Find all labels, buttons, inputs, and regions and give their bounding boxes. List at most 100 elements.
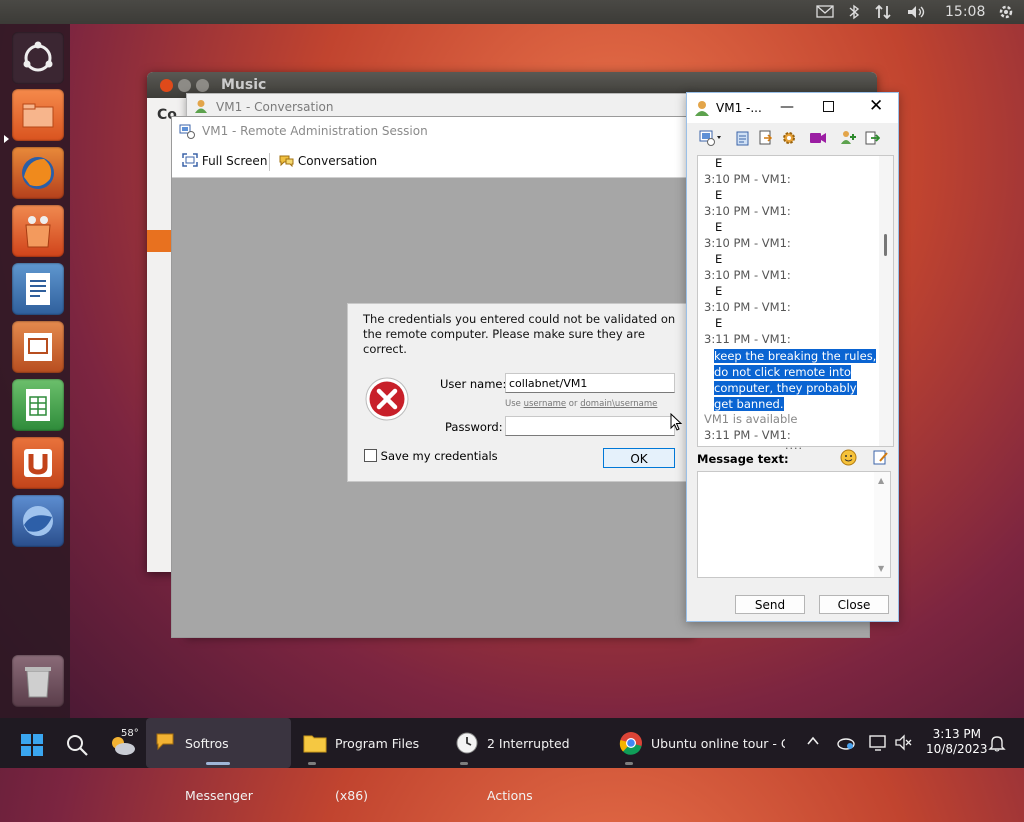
password-field[interactable] [505, 416, 675, 436]
ok-button[interactable]: OK [603, 448, 675, 468]
mute-icon[interactable] [894, 734, 914, 784]
weather-temp: 58° [121, 728, 139, 739]
user-icon [194, 99, 208, 116]
minimize-icon[interactable] [178, 79, 191, 92]
username-field[interactable]: collabnet/VM1 [505, 373, 675, 393]
message-header: 3:11 PM - VM1: [704, 332, 791, 346]
active-indicator [206, 762, 230, 765]
checkbox-icon[interactable] [364, 449, 377, 462]
music-selected-row[interactable] [147, 230, 171, 252]
firefox-icon[interactable] [12, 147, 64, 199]
calc-icon[interactable] [12, 379, 64, 431]
input-scrollbar[interactable]: ▲ ▼ [874, 472, 890, 577]
scroll-up-icon[interactable]: ▲ [878, 476, 884, 485]
send-button[interactable]: Send [735, 595, 805, 614]
software-center-icon[interactable] [12, 205, 64, 257]
running-indicator [625, 762, 633, 765]
files-icon[interactable] [12, 89, 64, 141]
taskbar-app-label: 2 Interrupted Actions [487, 736, 570, 803]
emoticon-icon[interactable] [840, 449, 857, 469]
exit-icon[interactable] [864, 130, 881, 149]
running-indicator [308, 762, 316, 765]
windows-taskbar: 58° Softros Messenger Program Files (x86… [0, 718, 1024, 803]
notification-bell-icon[interactable] [988, 734, 1006, 784]
display-icon[interactable] [868, 734, 888, 784]
clock-icon [456, 732, 478, 754]
thunderbird-icon[interactable] [12, 495, 64, 547]
splitter-grip[interactable]: .... [785, 439, 803, 452]
conversation-label: Conversation [297, 154, 378, 168]
taskbar-app-label: Ubuntu online tour - Gc [651, 736, 785, 751]
history-icon[interactable] [735, 130, 751, 149]
taskbar-app-interrupted[interactable]: 2 Interrupted Actions [450, 718, 605, 803]
message-header: 3:10 PM - VM1: [704, 204, 791, 218]
toolbar-divider [269, 153, 270, 171]
remote-admin-icon[interactable] [699, 129, 725, 150]
send-file-icon[interactable] [758, 130, 774, 149]
trash-icon[interactable] [12, 655, 64, 707]
ubuntu-one-icon[interactable] [12, 437, 64, 489]
system-time: 3:13 PM [932, 727, 981, 741]
minimize-icon[interactable]: — [780, 99, 794, 115]
search-icon[interactable] [65, 733, 89, 760]
conversation-icon [279, 155, 294, 168]
ubuntu-clock[interactable]: 15:08 [945, 4, 985, 20]
save-credentials-checkbox[interactable]: Save my credentials [364, 449, 498, 463]
close-icon[interactable] [160, 79, 173, 92]
add-contact-icon[interactable] [840, 130, 858, 149]
video-icon[interactable] [809, 131, 827, 148]
chat-window: VM1 -... — ✕ E 3:10 PM - VM1: E 3:10 PM … [686, 92, 899, 622]
chevron-up-icon[interactable] [806, 734, 820, 784]
highlighted-message[interactable]: keep the breaking the rules, do not clic… [714, 348, 877, 412]
mail-icon[interactable] [816, 4, 834, 22]
credentials-dialog: The credentials you entered could not be… [347, 303, 689, 482]
onedrive-icon[interactable] [836, 734, 856, 784]
message-history[interactable]: E 3:10 PM - VM1: E 3:10 PM - VM1: E 3:10… [697, 155, 894, 447]
scrollbar-thumb[interactable] [884, 234, 887, 256]
taskbar-app-softros[interactable]: Softros Messenger [146, 718, 291, 803]
format-text-icon[interactable] [872, 449, 889, 469]
mouse-cursor-icon [670, 412, 684, 436]
message-input[interactable]: ▲ ▼ [697, 471, 891, 578]
scroll-down-icon[interactable]: ▼ [878, 564, 884, 573]
taskbar-app-chrome[interactable]: Ubuntu online tour - Gc [615, 718, 785, 768]
password-label: Password: [445, 420, 503, 434]
close-button[interactable]: Close [819, 595, 889, 614]
hint-username-link[interactable]: username [524, 399, 567, 409]
system-date: 10/8/2023 [926, 742, 988, 756]
username-label: User name: [440, 377, 507, 391]
bluetooth-icon[interactable] [848, 4, 860, 24]
message-header: 3:10 PM - VM1: [704, 300, 791, 314]
writer-icon[interactable] [12, 263, 64, 315]
credentials-message: The credentials you entered could not be… [363, 312, 676, 356]
maximize-icon[interactable] [823, 101, 834, 112]
fullscreen-icon [182, 153, 198, 167]
error-icon [364, 376, 410, 425]
folder-icon [303, 735, 327, 753]
message-body: E [715, 252, 723, 266]
gear-icon[interactable] [998, 4, 1014, 24]
message-body: E [715, 188, 723, 202]
volume-icon[interactable] [906, 4, 928, 24]
network-icon[interactable] [874, 4, 892, 24]
windows-start-icon[interactable] [20, 733, 44, 760]
impress-icon[interactable] [12, 321, 64, 373]
message-header: 3:10 PM - VM1: [704, 268, 791, 282]
chrome-icon [619, 732, 642, 755]
status-message: VM1 is available [704, 412, 798, 426]
conversation-button[interactable]: Conversation [278, 153, 377, 168]
settings-icon[interactable] [781, 130, 797, 149]
highlighted-line: keep the breaking the rules, [714, 349, 877, 363]
ubuntu-logo-icon[interactable] [12, 32, 64, 84]
highlighted-line: get banned. [714, 397, 784, 411]
system-clock[interactable]: 3:13 PM 10/8/2023 [926, 727, 988, 777]
maximize-icon[interactable] [196, 79, 209, 92]
fullscreen-button[interactable]: Full Screen [182, 153, 267, 168]
highlighted-line: computer, they probably [714, 381, 857, 395]
message-scrollbar[interactable] [879, 156, 893, 446]
music-title: Music [221, 77, 267, 93]
taskbar-app-explorer[interactable]: Program Files (x86) [298, 718, 443, 803]
hint-domain-link[interactable]: domain\username [580, 399, 657, 409]
highlighted-line: do not click remote into [714, 365, 851, 379]
close-icon[interactable]: ✕ [869, 96, 883, 116]
